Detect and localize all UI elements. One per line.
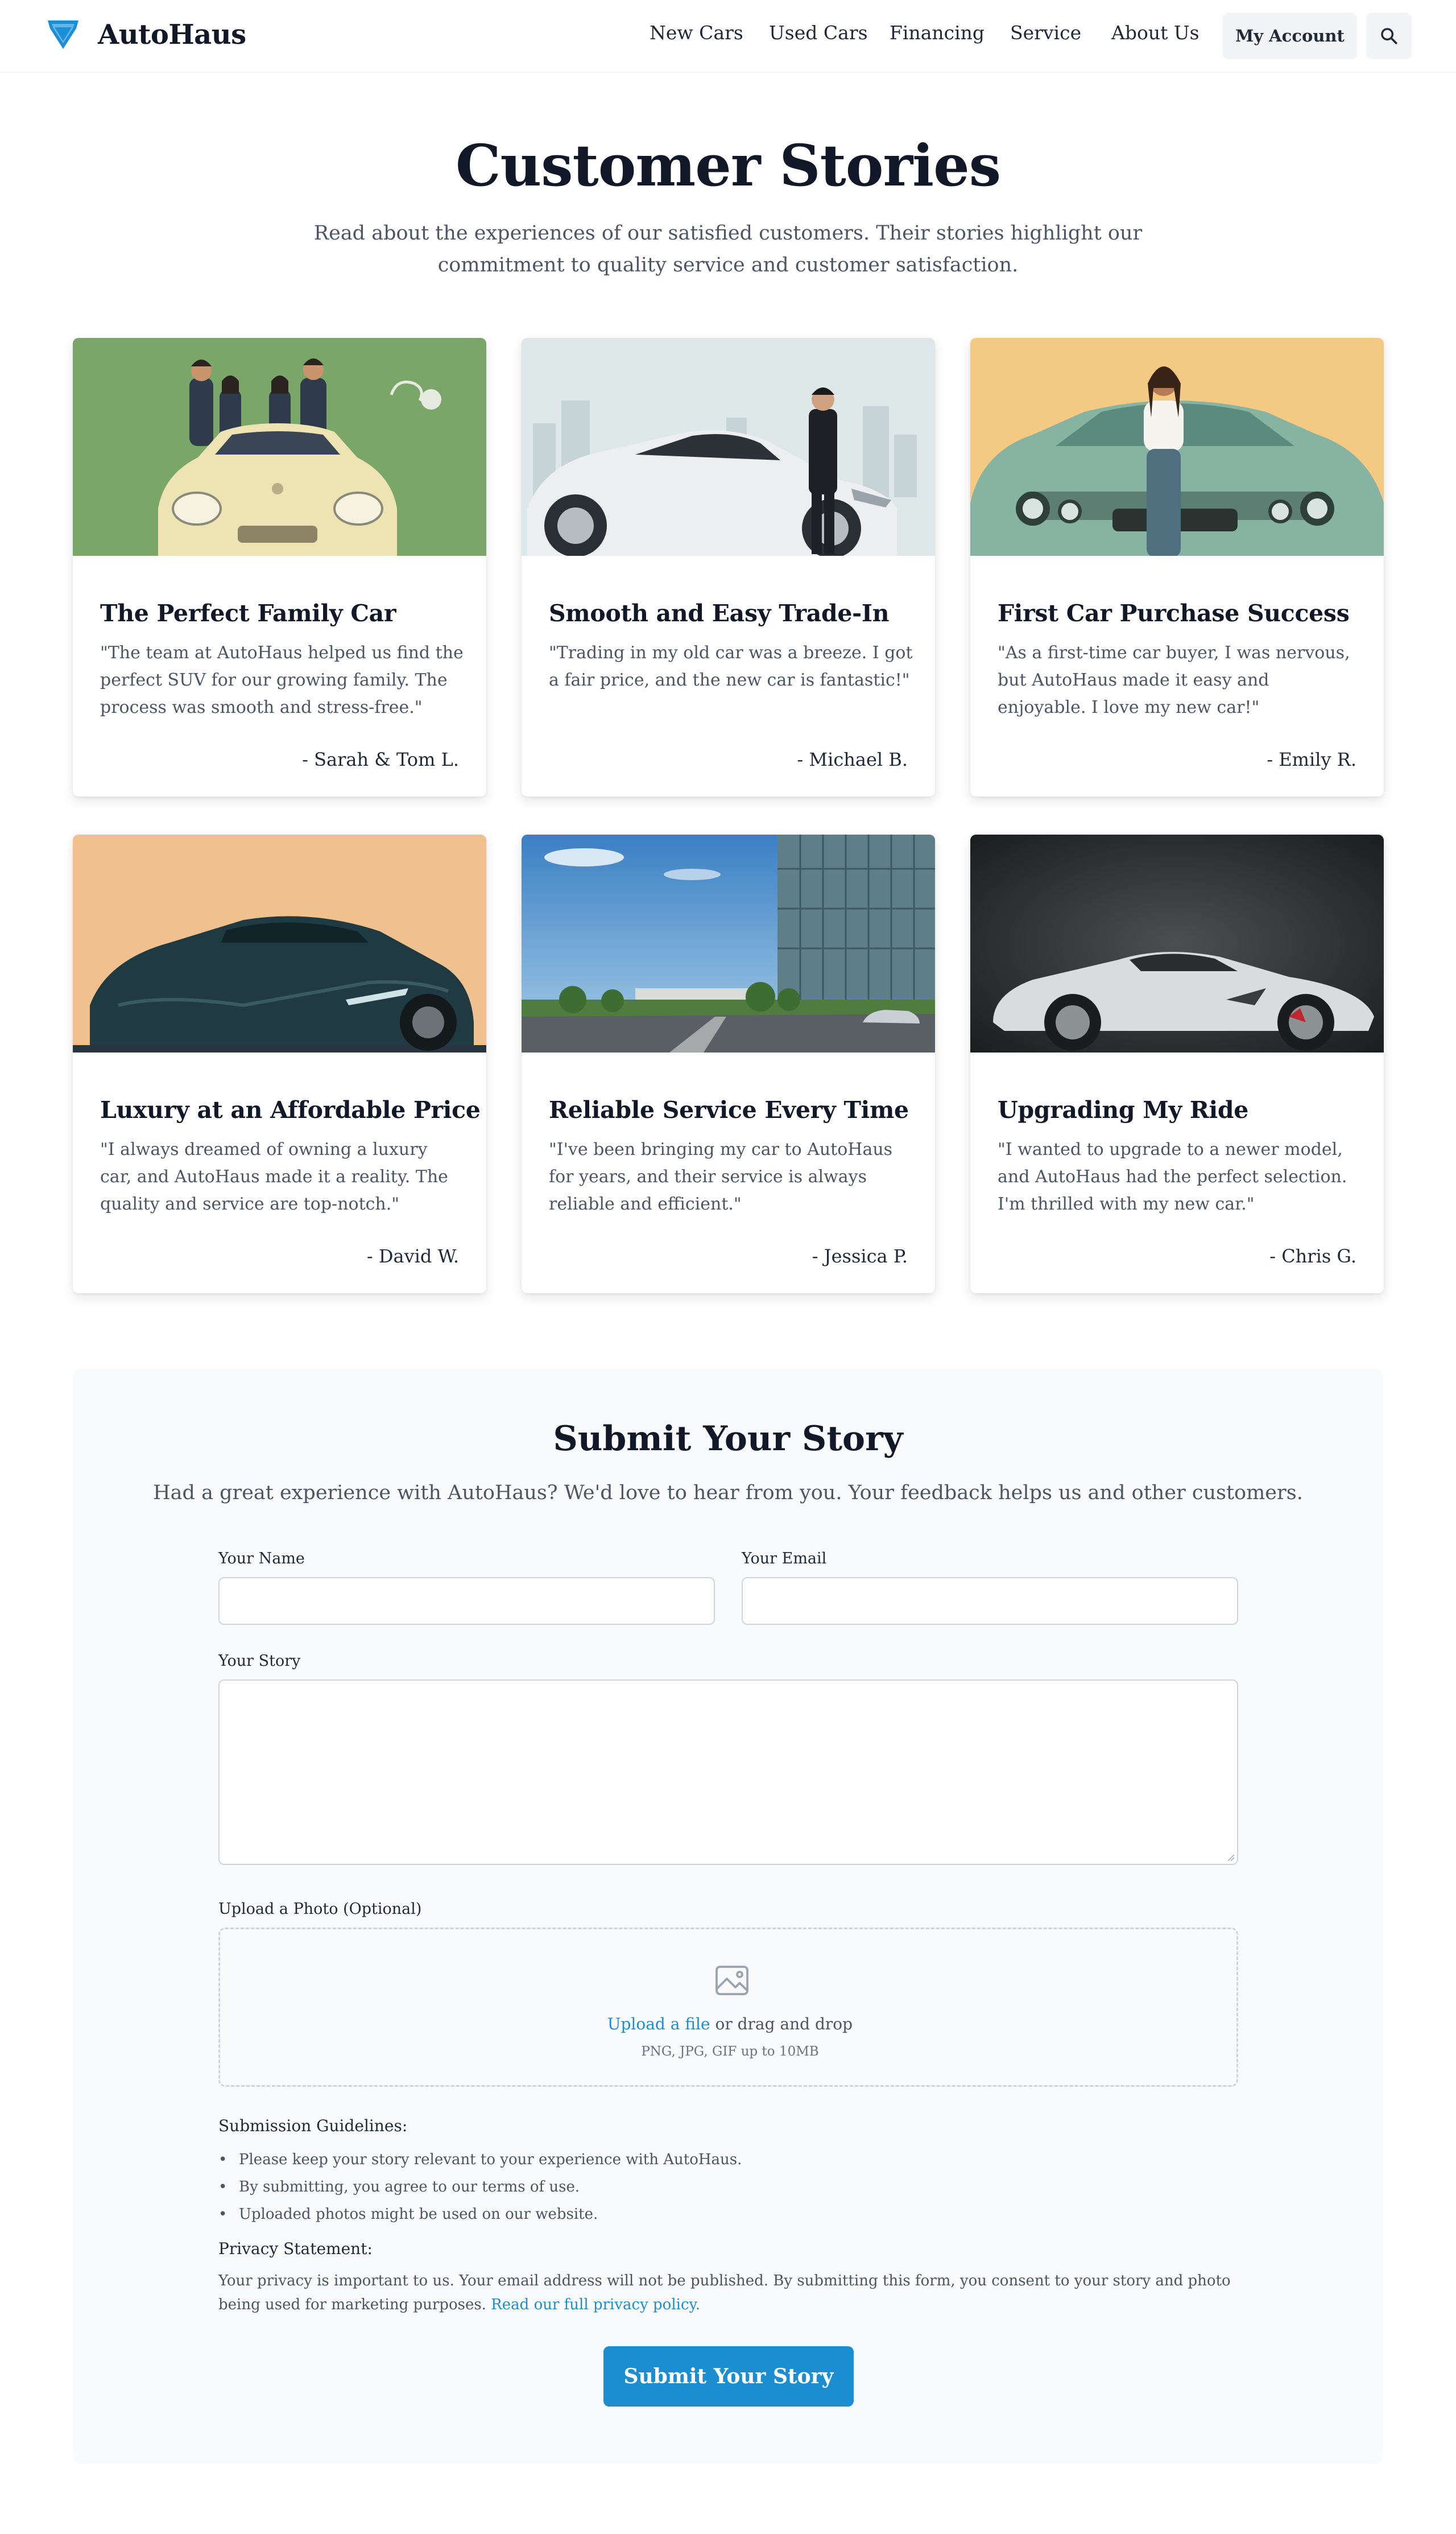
image-upload-icon bbox=[715, 1966, 748, 1995]
search-icon bbox=[1381, 28, 1397, 44]
story-card[interactable]: Upgrading My Ride "I wanted to upgrade t… bbox=[970, 835, 1384, 1293]
form-subtitle: Had a great experience with AutoHaus? We… bbox=[153, 1481, 1303, 1504]
story-title: First Car Purchase Success bbox=[998, 600, 1350, 627]
search-button[interactable] bbox=[1366, 13, 1412, 59]
nav-new-cars[interactable]: New Cars bbox=[650, 22, 743, 44]
name-input[interactable] bbox=[218, 1577, 715, 1625]
nav-used-cars[interactable]: Used Cars bbox=[769, 22, 868, 44]
story-quote: "I always dreamed of owning a luxury car… bbox=[100, 1140, 448, 1214]
photo-upload-dropzone[interactable]: Upload a file or drag and drop PNG, JPG,… bbox=[218, 1928, 1238, 2087]
story-card[interactable]: The Perfect Family Car "The team at Auto… bbox=[73, 338, 486, 796]
my-account-button[interactable]: My Account bbox=[1223, 13, 1357, 59]
resize-handle-icon[interactable] bbox=[1227, 1854, 1235, 1862]
upload-label: Upload a Photo (Optional) bbox=[218, 1900, 422, 1918]
story-card[interactable]: First Car Purchase Success "As a first-t… bbox=[970, 338, 1384, 796]
submit-story-form: Submit Your Story Had a great experience… bbox=[73, 1369, 1383, 2463]
story-card[interactable]: Reliable Service Every Time "I've been b… bbox=[522, 835, 935, 1293]
story-author: - Chris G. bbox=[1269, 1245, 1356, 1267]
story-quote: "Trading in my old car was a breeze. I g… bbox=[549, 643, 913, 690]
brand-logo[interactable]: AutoHaus bbox=[47, 16, 246, 53]
upload-hint: PNG, JPG, GIF up to 10MB bbox=[641, 2044, 819, 2059]
story-textarea[interactable] bbox=[218, 1679, 1238, 1865]
brand-name: AutoHaus bbox=[98, 19, 246, 51]
list-item: Please keep your story relevant to your … bbox=[218, 2146, 1238, 2173]
story-author: - Jessica P. bbox=[812, 1245, 908, 1267]
story-quote: "I've been bringing my car to AutoHaus f… bbox=[549, 1140, 893, 1214]
upload-instructions: Upload a file or drag and drop bbox=[220, 2015, 1240, 2033]
list-item: Uploaded photos might be used on our web… bbox=[218, 2201, 1238, 2228]
privacy-heading: Privacy Statement: bbox=[218, 2239, 373, 2258]
story-label: Your Story bbox=[218, 1652, 301, 1670]
nav-about-us[interactable]: About Us bbox=[1111, 22, 1199, 44]
story-quote: "I wanted to upgrade to a newer model, a… bbox=[998, 1140, 1347, 1214]
nav-service[interactable]: Service bbox=[1010, 22, 1081, 44]
page-subtitle: Read about the experiences of our satisf… bbox=[313, 222, 1143, 276]
drag-drop-text: or drag and drop bbox=[710, 2015, 853, 2033]
guidelines-list: Please keep your story relevant to your … bbox=[218, 2146, 1238, 2228]
form-title: Submit Your Story bbox=[553, 1419, 903, 1459]
name-label: Your Name bbox=[218, 1550, 305, 1567]
story-title: The Perfect Family Car bbox=[100, 600, 396, 627]
upgraded-sports-car-image bbox=[970, 835, 1384, 1053]
luxury-car-image bbox=[73, 835, 486, 1053]
guidelines-heading: Submission Guidelines: bbox=[218, 2116, 408, 2135]
submit-story-button[interactable]: Submit Your Story bbox=[603, 2346, 854, 2407]
family-car-image bbox=[73, 338, 486, 556]
story-title: Luxury at an Affordable Price bbox=[100, 1096, 481, 1124]
story-author: - Sarah & Tom L. bbox=[302, 749, 459, 770]
privacy-body: Your privacy is important to us. Your em… bbox=[218, 2272, 1231, 2313]
story-title: Reliable Service Every Time bbox=[549, 1096, 909, 1124]
email-input[interactable] bbox=[742, 1577, 1238, 1625]
story-author: - David W. bbox=[366, 1245, 459, 1267]
story-card[interactable]: Smooth and Easy Trade-In "Trading in my … bbox=[522, 338, 935, 796]
story-quote: "As a first-time car buyer, I was nervou… bbox=[998, 643, 1350, 717]
story-card[interactable]: Luxury at an Affordable Price "I always … bbox=[73, 835, 486, 1293]
trade-in-car-image bbox=[522, 338, 935, 556]
email-label: Your Email bbox=[742, 1550, 827, 1567]
story-author: - Emily R. bbox=[1267, 749, 1356, 770]
privacy-policy-link[interactable]: Read our full privacy policy. bbox=[491, 2296, 700, 2313]
list-item: By submitting, you agree to our terms of… bbox=[218, 2173, 1238, 2201]
story-title: Smooth and Easy Trade-In bbox=[549, 600, 890, 627]
story-author: - Michael B. bbox=[797, 749, 908, 770]
first-car-image bbox=[970, 338, 1384, 556]
dealership-service-image bbox=[522, 835, 935, 1053]
site-header: AutoHaus New Cars Used Cars Financing Se… bbox=[0, 0, 1456, 73]
story-quote: "The team at AutoHaus helped us find the… bbox=[100, 643, 464, 717]
privacy-statement: Your privacy is important to us. Your em… bbox=[218, 2269, 1238, 2317]
shield-logo-icon bbox=[48, 20, 78, 49]
upload-file-link[interactable]: Upload a file bbox=[607, 2015, 710, 2033]
page-title: Customer Stories bbox=[455, 132, 1001, 199]
nav-financing[interactable]: Financing bbox=[890, 22, 985, 44]
story-title: Upgrading My Ride bbox=[998, 1096, 1249, 1124]
